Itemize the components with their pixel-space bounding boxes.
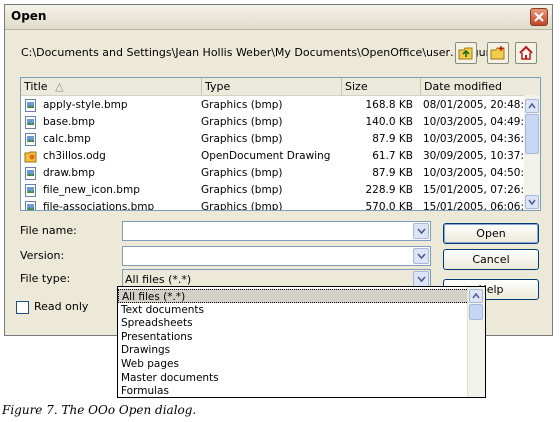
file-name: file_new_icon.bmp xyxy=(43,184,140,196)
file-size: 140.0 KB xyxy=(365,116,414,128)
version-combo[interactable] xyxy=(122,246,431,266)
file-type-option[interactable]: All files (*.*) xyxy=(118,289,469,303)
column-title[interactable]: Title △ xyxy=(21,78,202,95)
version-label: Version: xyxy=(20,249,65,262)
file-row[interactable]: ch3illos.odg OpenDocument Drawing 61.7 KB 3… xyxy=(21,148,524,165)
read-only-checkbox[interactable] xyxy=(16,301,29,314)
file-row[interactable]: file_new_icon.bmp Graphics (bmp) 228.9 KB 1… xyxy=(21,182,524,199)
file-list-header: Title △ Type Size Date modified xyxy=(21,78,540,96)
file-date: 30/09/2005, 10:37:22 xyxy=(423,150,524,162)
version-dropdown-button[interactable] xyxy=(413,248,429,264)
file-name: calc.bmp xyxy=(43,133,91,145)
current-path: C:\Documents and Settings\Jean Hollis We… xyxy=(21,46,503,59)
file-date: 15/01/2005, 07:26:39 xyxy=(423,184,524,196)
file-type: Graphics (bmp) xyxy=(201,184,283,196)
arrow-up-icon xyxy=(472,292,480,299)
arrow-up-icon xyxy=(528,102,536,109)
up-folder-button[interactable] xyxy=(455,42,477,64)
file-row[interactable]: draw.bmp Graphics (bmp) 87.9 KB 10/03/2005,… xyxy=(21,165,524,182)
scroll-down-button[interactable] xyxy=(525,195,539,209)
file-date: 10/03/2005, 04:49:00 xyxy=(423,116,524,128)
file-list[interactable]: Title △ Type Size Date modified apply-st… xyxy=(20,77,541,211)
file-name: base.bmp xyxy=(43,116,95,128)
new-folder-button[interactable] xyxy=(487,42,509,64)
scroll-thumb[interactable] xyxy=(525,114,539,154)
file-name-label: File name: xyxy=(20,224,77,237)
column-size[interactable]: Size xyxy=(342,78,421,95)
dialog-title: Open xyxy=(11,9,47,23)
sort-ascending-icon: △ xyxy=(55,80,64,93)
file-date: 15/01/2005, 06:06:23 xyxy=(423,201,524,211)
column-type[interactable]: Type xyxy=(202,78,342,95)
file-type: Graphics (bmp) xyxy=(201,116,283,128)
file-name: draw.bmp xyxy=(43,167,95,179)
file-type-dropdown-button[interactable] xyxy=(413,271,429,287)
file-size: 570.0 KB xyxy=(365,201,414,211)
file-type-label: File type: xyxy=(20,272,71,285)
drawing-file-icon xyxy=(24,151,37,163)
close-icon xyxy=(534,12,544,22)
chevron-down-icon xyxy=(417,228,426,235)
file-type: OpenDocument Drawing xyxy=(201,150,331,162)
image-file-icon xyxy=(25,116,36,129)
read-only-label: Read only xyxy=(34,300,89,313)
file-date: 08/01/2005, 20:48:58 xyxy=(423,99,524,111)
file-size: 61.7 KB xyxy=(372,150,413,162)
file-name-combo[interactable] xyxy=(122,221,431,241)
file-name-dropdown-button[interactable] xyxy=(413,223,429,239)
figure-caption: Figure 7. The OOo Open dialog. xyxy=(2,403,197,417)
chevron-down-icon xyxy=(417,276,426,283)
file-date: 10/03/2005, 04:50:09 xyxy=(423,167,524,179)
file-size: 228.9 KB xyxy=(365,184,414,196)
file-type-option[interactable]: Master documents xyxy=(118,371,469,385)
title-bar[interactable]: Open xyxy=(5,5,552,30)
file-type-option[interactable]: Web pages xyxy=(118,357,469,371)
column-date-modified[interactable]: Date modified xyxy=(421,78,540,95)
home-icon xyxy=(519,45,533,60)
file-name: file-associations.bmp xyxy=(43,201,155,211)
open-button[interactable]: Open xyxy=(443,223,539,244)
up-folder-icon xyxy=(458,47,473,60)
file-list-scrollbar[interactable] xyxy=(524,95,540,210)
image-file-icon xyxy=(25,99,36,112)
file-type-option[interactable]: Spreadsheets xyxy=(118,316,469,330)
image-file-icon xyxy=(25,201,36,210)
file-name: ch3illos.odg xyxy=(43,150,106,162)
dropdown-scroll-thumb[interactable] xyxy=(469,304,483,320)
file-type-dropdown-list[interactable]: All files (*.*) Text documents Spreadsheet… xyxy=(117,286,486,398)
scroll-up-button[interactable] xyxy=(525,99,539,113)
home-button[interactable] xyxy=(515,42,537,64)
file-row[interactable]: base.bmp Graphics (bmp) 140.0 KB 10/03/2005… xyxy=(21,114,524,131)
dropdown-scroll-up-button[interactable] xyxy=(469,289,483,303)
file-name: apply-style.bmp xyxy=(43,99,128,111)
image-file-icon xyxy=(25,184,36,197)
file-type: Graphics (bmp) xyxy=(201,133,283,145)
file-type-option[interactable]: Drawings xyxy=(118,343,469,357)
new-folder-icon xyxy=(490,46,505,60)
file-type-option[interactable]: Text documents xyxy=(118,303,469,317)
file-type: Graphics (bmp) xyxy=(201,201,283,211)
file-type-option[interactable]: Formulas xyxy=(118,384,469,397)
file-row[interactable]: apply-style.bmp Graphics (bmp) 168.8 KB 08/… xyxy=(21,97,524,114)
dropdown-scrollbar[interactable] xyxy=(467,287,485,397)
close-button[interactable] xyxy=(530,8,548,26)
file-size: 87.9 KB xyxy=(372,133,413,145)
file-row[interactable]: calc.bmp Graphics (bmp) 87.9 KB 10/03/2005,… xyxy=(21,131,524,148)
file-type-value: All files (*.*) xyxy=(125,273,192,286)
column-title-label: Title xyxy=(24,80,48,93)
arrow-down-icon xyxy=(528,199,536,206)
cancel-button[interactable]: Cancel xyxy=(443,249,539,270)
file-size: 87.9 KB xyxy=(372,167,413,179)
file-type: Graphics (bmp) xyxy=(201,99,283,111)
file-row[interactable]: file-associations.bmp Graphics (bmp) 570.0… xyxy=(21,199,524,211)
file-type-option[interactable]: Presentations xyxy=(118,330,469,344)
file-date: 10/03/2005, 04:36:59 xyxy=(423,133,524,145)
file-type: Graphics (bmp) xyxy=(201,167,283,179)
file-size: 168.8 KB xyxy=(365,99,414,111)
image-file-icon xyxy=(25,167,36,180)
image-file-icon xyxy=(25,133,36,146)
chevron-down-icon xyxy=(417,253,426,260)
